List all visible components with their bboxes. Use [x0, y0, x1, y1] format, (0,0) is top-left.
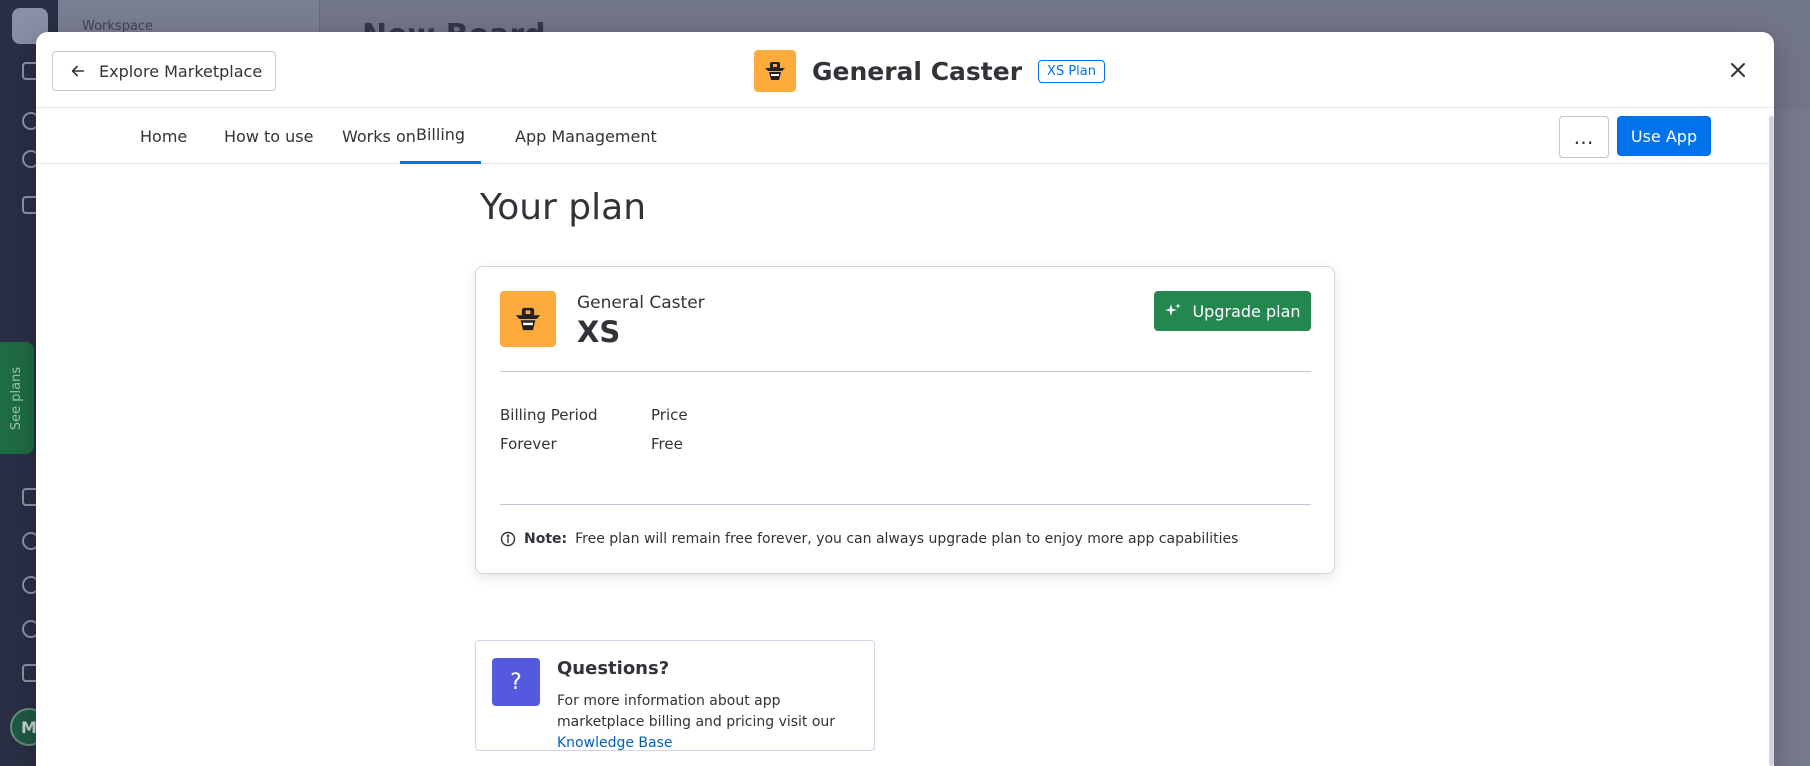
plan-note: Note: Free plan will remain free forever…: [500, 531, 1238, 547]
see-plans-button: See plans: [0, 342, 34, 454]
general-caster-logo-icon: [500, 291, 556, 347]
billing-period-label: Billing Period: [500, 406, 598, 424]
questions-title: Questions?: [557, 658, 670, 679]
question-mark-icon: ?: [492, 658, 540, 706]
plan-name: XS: [577, 315, 621, 349]
scrollbar[interactable]: [1769, 116, 1774, 766]
plan-card: General Caster XS Upgrade plan Billing P…: [475, 266, 1335, 574]
use-app-button[interactable]: Use App: [1617, 116, 1711, 156]
tab-app-management[interactable]: App Management: [499, 108, 673, 164]
close-button[interactable]: [1724, 56, 1752, 84]
questions-description: For more information about app marketpla…: [557, 693, 836, 730]
upgrade-plan-label: Upgrade plan: [1192, 301, 1301, 321]
questions-card: ? Questions? For more information about …: [475, 640, 875, 751]
tab-billing[interactable]: Billing: [400, 108, 482, 164]
general-caster-logo-icon: [754, 50, 796, 92]
modal-title-group: General Caster XS Plan: [754, 50, 1105, 92]
app-title: General Caster: [812, 56, 1023, 86]
tab-how-to-use[interactable]: How to use: [208, 108, 329, 164]
more-icon: …: [1573, 125, 1595, 149]
tabs-bar: Home How to use Works on Billing App Man…: [36, 108, 1774, 164]
arrow-left-icon: [71, 65, 85, 77]
billing-period-value: Forever: [500, 435, 557, 453]
note-text: Free plan will remain free forever, you …: [575, 531, 1239, 547]
close-icon: [1731, 63, 1745, 77]
explore-marketplace-button[interactable]: Explore Marketplace: [52, 51, 276, 91]
info-icon: [500, 531, 516, 547]
questions-text: For more information about app marketpla…: [557, 691, 857, 754]
plan-app-name: General Caster: [577, 293, 705, 313]
sparkle-icon: [1165, 303, 1182, 316]
explore-marketplace-label: Explore Marketplace: [99, 61, 263, 81]
background-table-edge: [1772, 110, 1810, 766]
billing-content: Your plan General Caster XS Upgrade plan…: [36, 165, 1769, 766]
upgrade-plan-button[interactable]: Upgrade plan: [1154, 291, 1311, 331]
tab-home[interactable]: Home: [124, 108, 203, 164]
price-label: Price: [651, 406, 688, 424]
app-marketplace-modal: Explore Marketplace General Caster XS Pl…: [36, 32, 1774, 766]
more-options-button[interactable]: …: [1559, 116, 1609, 158]
note-label: Note:: [524, 531, 568, 547]
page-title: Your plan: [480, 187, 647, 228]
modal-header: Explore Marketplace General Caster XS Pl…: [36, 32, 1774, 108]
plan-badge: XS Plan: [1038, 59, 1105, 83]
knowledge-base-link[interactable]: Knowledge Base: [557, 735, 673, 751]
price-value: Free: [651, 435, 683, 453]
divider: [500, 504, 1311, 505]
divider: [500, 371, 1311, 372]
